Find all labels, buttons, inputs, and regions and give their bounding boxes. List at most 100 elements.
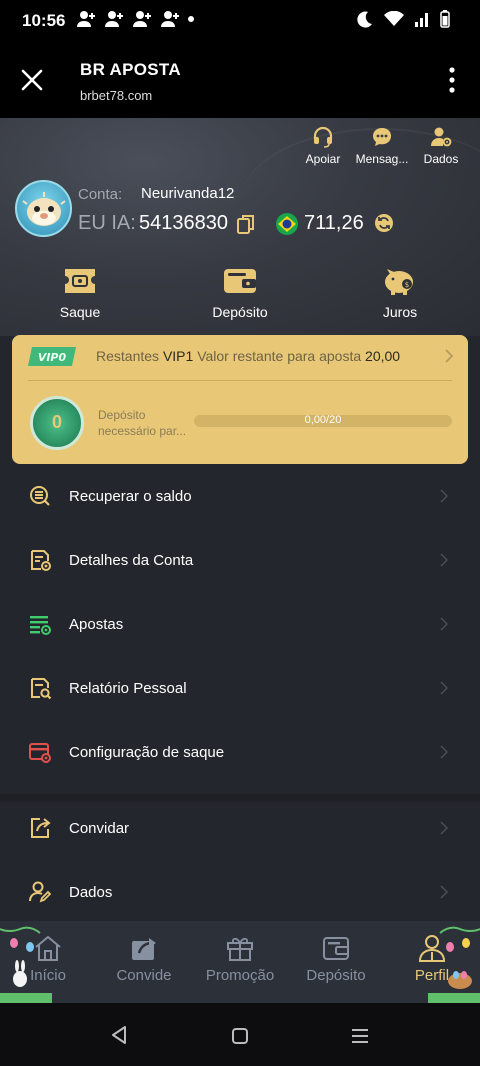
chevron-right-icon: [440, 489, 448, 503]
add-contact-icon: [161, 11, 179, 27]
support-label: Apoiar: [305, 152, 341, 166]
balance-value: 711,26: [304, 212, 364, 234]
user-edit-icon: [29, 881, 52, 903]
nav-profile[interactable]: Perfil: [384, 933, 480, 984]
user-gear-icon: [431, 127, 452, 147]
close-icon[interactable]: [18, 66, 46, 94]
chevron-right-icon: [440, 885, 448, 899]
vip-card[interactable]: VIP0 Restantes VIP1 Valor restante para …: [12, 335, 468, 464]
add-contact-icon: [77, 11, 95, 27]
data-button[interactable]: Dados: [416, 126, 466, 166]
withdraw-label: Saque: [59, 304, 101, 320]
account-name: Neurivanda12: [141, 185, 235, 202]
vip-divider: [28, 380, 452, 381]
moon-icon: [357, 11, 372, 28]
more-options-icon[interactable]: [446, 66, 458, 94]
avatar[interactable]: [15, 180, 72, 237]
browser-header: BR APOSTA brbet78.com: [0, 44, 480, 118]
deposit-button[interactable]: Depósito: [190, 266, 290, 320]
add-contact-icon: [133, 11, 151, 27]
vip-progress-text: 0,00/20: [304, 414, 342, 426]
menu-item-invite[interactable]: Convidar: [0, 796, 480, 860]
add-contact-icon: [105, 11, 123, 27]
menu-label: Convidar: [69, 819, 130, 837]
menu-item-account-details[interactable]: Detalhes da Conta: [0, 528, 480, 592]
site-url: brbet78.com: [80, 88, 153, 103]
vip-remaining-text: Valor restante para aposta: [197, 348, 362, 364]
top-actions: Apoiar Mensag... Dados: [298, 126, 466, 166]
nav-home-label: Início: [30, 967, 66, 984]
menu-group-social: Convidar Dados: [0, 796, 480, 924]
account-label: Conta:: [78, 186, 123, 203]
chevron-right-icon: [440, 617, 448, 631]
vip-progress-bar: 0,00/20: [194, 414, 452, 427]
headset-icon: [313, 126, 333, 148]
chevron-right-icon: [440, 745, 448, 759]
menu-item-data[interactable]: Dados: [0, 860, 480, 924]
interest-button[interactable]: $ Juros: [350, 266, 450, 320]
vip-remaining-label: Restantes: [96, 348, 160, 364]
deposit-required-label: Depósito necessário par...: [98, 408, 187, 438]
vip-remaining: Restantes VIP1 Valor restante para apost…: [96, 348, 400, 364]
menu-label: Recuperar o saldo: [69, 487, 192, 505]
refresh-icon[interactable]: [374, 213, 394, 233]
nav-home[interactable]: Início: [0, 933, 96, 984]
id-value: 54136830: [139, 212, 228, 234]
menu-label: Configuração de saque: [69, 743, 225, 761]
share-arrow-icon: [132, 938, 156, 960]
report-search-icon: [31, 678, 52, 700]
status-bar: 10:56: [0, 0, 480, 44]
profile-header: Apoiar Mensag... Dados Conta: Neurivanda…: [0, 118, 480, 336]
withdraw-button[interactable]: Saque: [30, 266, 130, 320]
id-label: EU IA:: [78, 212, 136, 234]
chevron-right-icon: [440, 681, 448, 695]
vip-medal: 0: [30, 396, 84, 450]
copy-icon[interactable]: [237, 214, 255, 234]
chevron-right-icon: [445, 349, 454, 363]
vip-medal-value: 0: [51, 412, 62, 432]
interest-label: Juros: [382, 304, 418, 320]
menu-item-recover-balance[interactable]: Recuperar o saldo: [0, 464, 480, 528]
chevron-right-icon: [440, 553, 448, 567]
nav-promotion[interactable]: Promoção: [192, 933, 288, 984]
nav-promotion-label: Promoção: [205, 967, 275, 984]
system-navigation-bar: [0, 1003, 480, 1066]
vip-badge-icon: VIP0: [28, 347, 76, 366]
support-button[interactable]: Apoiar: [298, 126, 348, 166]
wallet-icon: [224, 269, 256, 293]
svg-text:$: $: [405, 281, 409, 289]
nav-deposit[interactable]: Depósito: [288, 933, 384, 984]
withdraw-settings-icon: [29, 743, 51, 763]
battery-icon: [440, 10, 450, 28]
menu-label: Dados: [69, 883, 113, 901]
ticket-icon: [65, 269, 95, 293]
bets-list-icon: [30, 616, 51, 635]
menu-item-personal-report[interactable]: Relatório Pessoal: [0, 656, 480, 720]
pufferfish-avatar-icon: [22, 192, 66, 226]
recent-apps-icon[interactable]: [351, 1028, 369, 1044]
dot-icon: [188, 16, 194, 22]
status-time: 10:56: [22, 11, 66, 30]
menu-item-withdraw-settings[interactable]: Configuração de saque: [0, 720, 480, 784]
messages-button[interactable]: Mensag...: [352, 126, 412, 166]
piggy-bank-icon: $: [385, 269, 413, 295]
wifi-icon: [384, 11, 404, 26]
home-icon: [35, 935, 61, 961]
deposit-label: Depósito: [212, 304, 268, 320]
wallet-icon: [323, 937, 349, 960]
bottom-navigation: Início Convide Promoção Depósito Perfil: [0, 921, 480, 1003]
messages-label: Mensag...: [355, 152, 409, 166]
nav-invite[interactable]: Convide: [96, 933, 192, 984]
nav-invite-label: Convide: [116, 967, 172, 984]
share-icon: [31, 818, 51, 838]
vip-remaining-value: 20,00: [365, 348, 401, 364]
back-icon[interactable]: [110, 1025, 128, 1045]
nav-deposit-label: Depósito: [306, 967, 366, 984]
home-button-icon[interactable]: [231, 1027, 249, 1045]
menu-label: Detalhes da Conta: [69, 551, 194, 569]
app-content: Apoiar Mensag... Dados Conta: Neurivanda…: [0, 118, 480, 1003]
chat-icon: [373, 128, 391, 146]
vip-badge-text: VIP0: [38, 351, 67, 364]
nav-profile-label: Perfil: [414, 967, 450, 984]
menu-item-bets[interactable]: Apostas: [0, 592, 480, 656]
